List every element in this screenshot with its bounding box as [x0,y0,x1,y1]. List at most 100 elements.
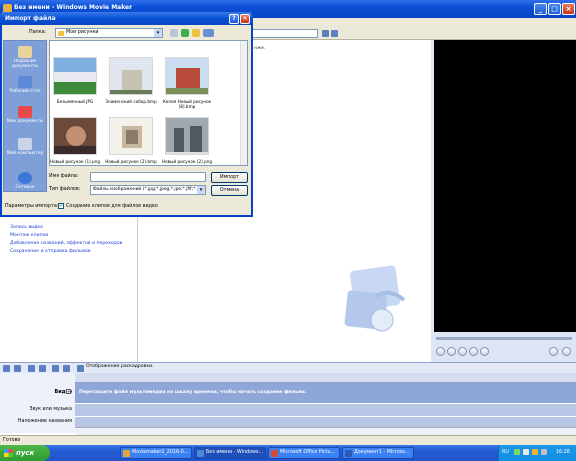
file-thumbnail[interactable] [109,117,153,155]
taskbar-item[interactable]: Без имени - Windows... [194,447,266,459]
status-text: Готово [3,438,21,443]
import-dialog-title-bar: Импорт файла [0,12,253,25]
place-my-documents[interactable]: Мои документы [3,106,47,124]
split-button[interactable] [480,347,489,356]
snapshot-button[interactable] [549,347,558,356]
collections-combo[interactable] [252,29,318,38]
place-network[interactable]: Сетевое [3,172,47,190]
file-thumbnail[interactable] [109,57,153,95]
file-list-scrollbar[interactable] [240,41,247,165]
up-folder-icon[interactable] [181,29,189,37]
import-dialog-title: Импорт файла [5,15,56,22]
volume-icon[interactable] [523,449,529,455]
timeline-scrollbar[interactable] [75,427,576,435]
filename-input[interactable] [90,172,206,182]
next-frame-button[interactable] [469,347,478,356]
play-timeline-icon[interactable] [63,365,70,372]
place-recent[interactable]: Недавние документы [3,46,47,69]
tray-app-icon[interactable] [532,449,538,455]
thumbnail-image [54,118,96,154]
task-add-titles[interactable]: Добавление названий, эффектов и переходо… [10,241,122,246]
taskbar-item[interactable]: Moviemaker2_2016-0... [120,447,192,459]
file-name[interactable]: Новый рисунок (1).png [45,159,105,164]
recent-documents-icon [18,46,32,58]
back-icon[interactable] [170,29,178,37]
file-name[interactable]: Копия Новый рисунок (8).bmp [157,99,217,109]
main-title: Без имени - Windows Movie Maker [14,4,133,11]
windows-flag-icon [4,449,13,457]
filetype-label: Тип файлов: [49,187,81,192]
start-button[interactable]: пуск [0,445,50,461]
help-button[interactable]: ? [229,14,239,24]
zoom-in-icon[interactable] [28,365,35,372]
network-icon[interactable] [514,449,520,455]
time-ruler[interactable] [75,373,576,383]
close-button[interactable]: × [562,3,575,15]
thumbnail-image [166,58,208,94]
view-options-icon[interactable] [331,30,338,37]
track-video-label: Видео [54,390,72,395]
task-edit-movie[interactable]: Монтаж клипов [10,233,48,238]
chevron-down-icon[interactable]: ▾ [197,186,205,194]
thumbnail-image [166,118,208,154]
previous-frame-button[interactable] [458,347,467,356]
import-button[interactable]: Импорт [211,172,248,183]
word-icon [345,450,352,457]
thumbnail-image [54,58,96,94]
fullscreen-button[interactable] [562,347,571,356]
new-folder-icon[interactable] [192,29,200,37]
track-labels [0,373,75,433]
file-name[interactable]: Безымянный.JPG [45,99,105,104]
preview-screen [434,40,576,332]
folder-label: Папка: [29,30,47,35]
safely-remove-icon[interactable] [541,449,547,455]
task-capture-video[interactable]: Запись видео [10,225,43,230]
view-menu-icon[interactable] [203,29,214,37]
folder-icon [58,31,64,36]
file-name[interactable]: Знаменский собор.bmp [101,99,161,104]
filename-label: Имя файла: [49,174,79,179]
chevron-down-icon[interactable]: ▾ [154,29,162,37]
seek-bar[interactable] [436,337,572,340]
clock: 16:28 [556,450,570,455]
create-clips-label: Создание клипов для файлов видео [66,204,158,209]
thumbnail-image [110,58,152,94]
stop-button[interactable] [447,347,456,356]
taskbar-item[interactable]: Microsoft Office Pictu... [268,447,340,459]
file-thumbnail[interactable] [165,117,209,155]
filetype-value: Файлы изображений (*.jpg;*.jpeg;*.jpe;*.… [93,187,197,192]
title-track[interactable] [75,416,576,427]
filetype-select[interactable]: Файлы изображений (*.jpg;*.jpeg;*.jpe;*.… [90,185,206,195]
place-my-computer[interactable]: Мой компьютер [3,138,47,156]
zoom-out-icon[interactable] [39,365,46,372]
collection-up-icon[interactable] [322,30,329,37]
dialog-close-button[interactable]: ✕ [240,14,250,24]
collection-hint: нже. [254,46,266,51]
play-button[interactable] [436,347,445,356]
narrate-icon[interactable] [14,365,21,372]
maximize-button[interactable]: □ [548,3,561,15]
import-params-label: Параметры импорта: [5,204,59,209]
expand-video-toggle[interactable]: + [66,389,71,394]
rewind-icon[interactable] [52,365,59,372]
minimize-button[interactable]: _ [534,3,547,15]
desktop-icon [18,76,32,88]
language-indicator[interactable]: RU [502,450,509,455]
taskbar-item[interactable]: Документ1 - Microso... [342,447,414,459]
file-name[interactable]: Новый рисунок (2).bmp [101,159,161,164]
show-storyboard-link[interactable]: Отображение раскадровки. [86,364,154,369]
place-desktop[interactable]: Рабочий стол [3,76,47,94]
file-thumbnail[interactable] [53,117,97,155]
file-thumbnail[interactable] [53,57,97,95]
timeline-menu-icon[interactable] [3,365,10,372]
folder-combo[interactable]: Мои рисунки ▾ [55,28,163,38]
my-computer-icon [18,138,32,150]
status-bar: Готово [0,435,576,445]
create-clips-checkbox[interactable]: ✔ [58,203,64,209]
storyboard-icon[interactable] [77,365,84,372]
audio-track[interactable] [75,403,576,416]
file-thumbnail[interactable] [165,57,209,95]
task-finish-movie[interactable]: Сохранение и отправка фильмов [10,249,91,254]
cancel-button[interactable]: Отмена [211,185,248,196]
file-name[interactable]: Новый рисунок (2).png [157,159,217,164]
